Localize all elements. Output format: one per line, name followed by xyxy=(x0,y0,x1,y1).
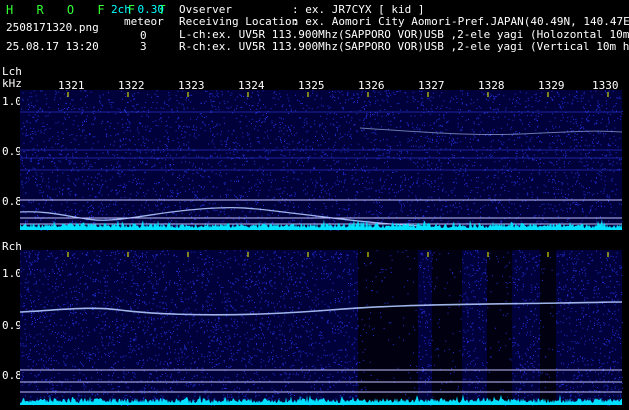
lch-spectrogram xyxy=(19,90,623,231)
spectrogram-background xyxy=(20,90,622,230)
spectrogram-canvas xyxy=(19,90,623,406)
rch-spectrogram xyxy=(19,250,623,406)
hroftt-display: H R O F F T 2ch 0.30 2508171320.png mete… xyxy=(0,0,629,410)
